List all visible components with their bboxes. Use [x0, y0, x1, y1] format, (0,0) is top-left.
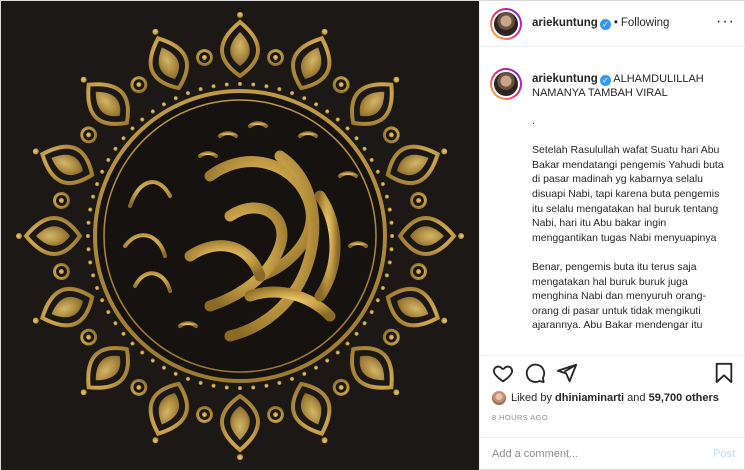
post-timestamp[interactable]: 8 HOURS AGO: [492, 413, 548, 422]
comments-area[interactable]: ariekuntung ✓ ALHAMDULILLAH NAMANYA TAMBA…: [480, 48, 745, 354]
muhammad-calligraphy-icon: [1, 1, 479, 470]
likes-prefix: Liked by: [511, 392, 552, 404]
likes-middle: and: [627, 392, 646, 404]
caption-body: . Setelah Rasulullah wafat Suatu hari Ab…: [532, 115, 724, 332]
profile-avatar[interactable]: [490, 8, 522, 40]
paper-plane-icon[interactable]: [556, 362, 578, 384]
header-user-line: ariekuntung ✓ • Following: [532, 17, 669, 30]
ellipsis-icon[interactable]: ···: [716, 14, 735, 30]
comment-input[interactable]: Add a comment...: [492, 448, 578, 460]
likes-line: Liked by dhiniaminarti and 59,700 others: [492, 390, 719, 406]
post-details-panel: ariekuntung ✓ • Following ··· ariekuntung ✓ …: [479, 1, 745, 470]
liker-avatar[interactable]: [492, 391, 506, 405]
comment-box: Add a comment... Post: [480, 437, 745, 470]
instagram-post: ariekuntung ✓ • Following ··· ariekuntung ✓ …: [0, 0, 745, 470]
liker-username[interactable]: dhiniaminarti: [555, 392, 624, 404]
post-image[interactable]: [1, 1, 479, 470]
caption-username[interactable]: ariekuntung: [532, 73, 598, 85]
verified-badge-icon: ✓: [599, 75, 611, 86]
header-separator: •: [613, 17, 618, 29]
verified-badge-icon: ✓: [599, 19, 611, 30]
post-comment-button[interactable]: Post: [713, 448, 735, 460]
header-username[interactable]: ariekuntung: [532, 17, 598, 29]
following-button[interactable]: Following: [621, 17, 670, 29]
post-header: ariekuntung ✓ • Following ···: [480, 1, 745, 47]
bookmark-icon[interactable]: [713, 362, 735, 384]
heart-icon[interactable]: [492, 362, 514, 384]
caption-avatar[interactable]: [490, 68, 522, 100]
action-bar: [480, 355, 745, 389]
likes-count[interactable]: 59,700 others: [649, 392, 719, 404]
comment-icon[interactable]: [524, 362, 546, 384]
caption-headline: ariekuntung ✓ ALHAMDULILLAH NAMANYA TAMBA…: [532, 72, 738, 100]
